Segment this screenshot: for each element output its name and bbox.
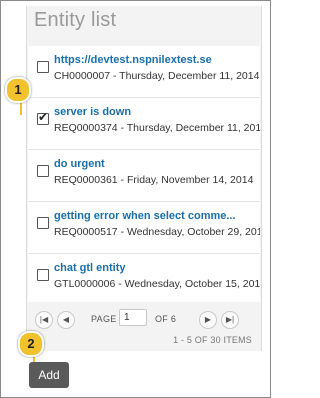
item-title-link[interactable]: https://devtest.nspnilextest.se: [54, 54, 258, 66]
last-page-icon[interactable]: ▶|: [221, 311, 239, 329]
item-subtitle: GTL0000006 - Wednesday, October 15, 2014: [54, 278, 260, 290]
item-title-link[interactable]: do urgent: [54, 158, 258, 170]
prev-page-icon[interactable]: ◀: [57, 311, 75, 329]
item-subtitle: REQ0000374 - Thursday, December 11, 2014: [54, 122, 260, 134]
item-checkbox[interactable]: [37, 165, 49, 177]
list-item[interactable]: ✔ server is down REQ0000374 - Thursday, …: [28, 98, 260, 150]
pager: |◀ ◀ PAGE OF 6 ▶ ▶| 1 - 5 OF 30 ITEMS: [28, 302, 260, 350]
panel-title: Entity list: [34, 9, 117, 31]
add-button[interactable]: Add: [29, 362, 69, 388]
list-item[interactable]: chat gtl entity GTL0000006 - Wednesday, …: [28, 254, 260, 306]
checkmark-icon: ✔: [38, 110, 49, 124]
callout-marker-2: 2: [18, 331, 44, 357]
next-page-icon[interactable]: ▶: [199, 311, 217, 329]
entity-list-panel: Entity list https://devtest.nspnilextest…: [26, 6, 262, 351]
callout-marker-1: 1: [5, 77, 31, 103]
item-subtitle: REQ0000517 - Wednesday, October 29, 2014: [54, 226, 260, 238]
items-summary: 1 - 5 OF 30 ITEMS: [173, 335, 252, 345]
first-page-icon[interactable]: |◀: [35, 311, 53, 329]
item-title-link[interactable]: server is down: [54, 106, 258, 118]
list-item[interactable]: https://devtest.nspnilextest.se CH000000…: [28, 46, 260, 98]
item-title-link[interactable]: getting error when select comme...: [54, 210, 258, 222]
item-checkbox[interactable]: [37, 269, 49, 281]
list-item[interactable]: do urgent REQ0000361 - Friday, November …: [28, 150, 260, 202]
item-subtitle: CH0000007 - Thursday, December 11, 2014: [54, 70, 260, 82]
item-subtitle: REQ0000361 - Friday, November 14, 2014: [54, 174, 254, 186]
item-checkbox[interactable]: [37, 61, 49, 73]
entity-list: https://devtest.nspnilextest.se CH000000…: [28, 46, 260, 306]
page-label: PAGE: [91, 314, 117, 324]
page-count-label: OF 6: [155, 314, 177, 324]
page-number-input[interactable]: [119, 309, 147, 326]
item-checkbox[interactable]: ✔: [37, 110, 49, 125]
list-item[interactable]: getting error when select comme... REQ00…: [28, 202, 260, 254]
item-checkbox[interactable]: [37, 217, 49, 229]
item-title-link[interactable]: chat gtl entity: [54, 262, 258, 274]
